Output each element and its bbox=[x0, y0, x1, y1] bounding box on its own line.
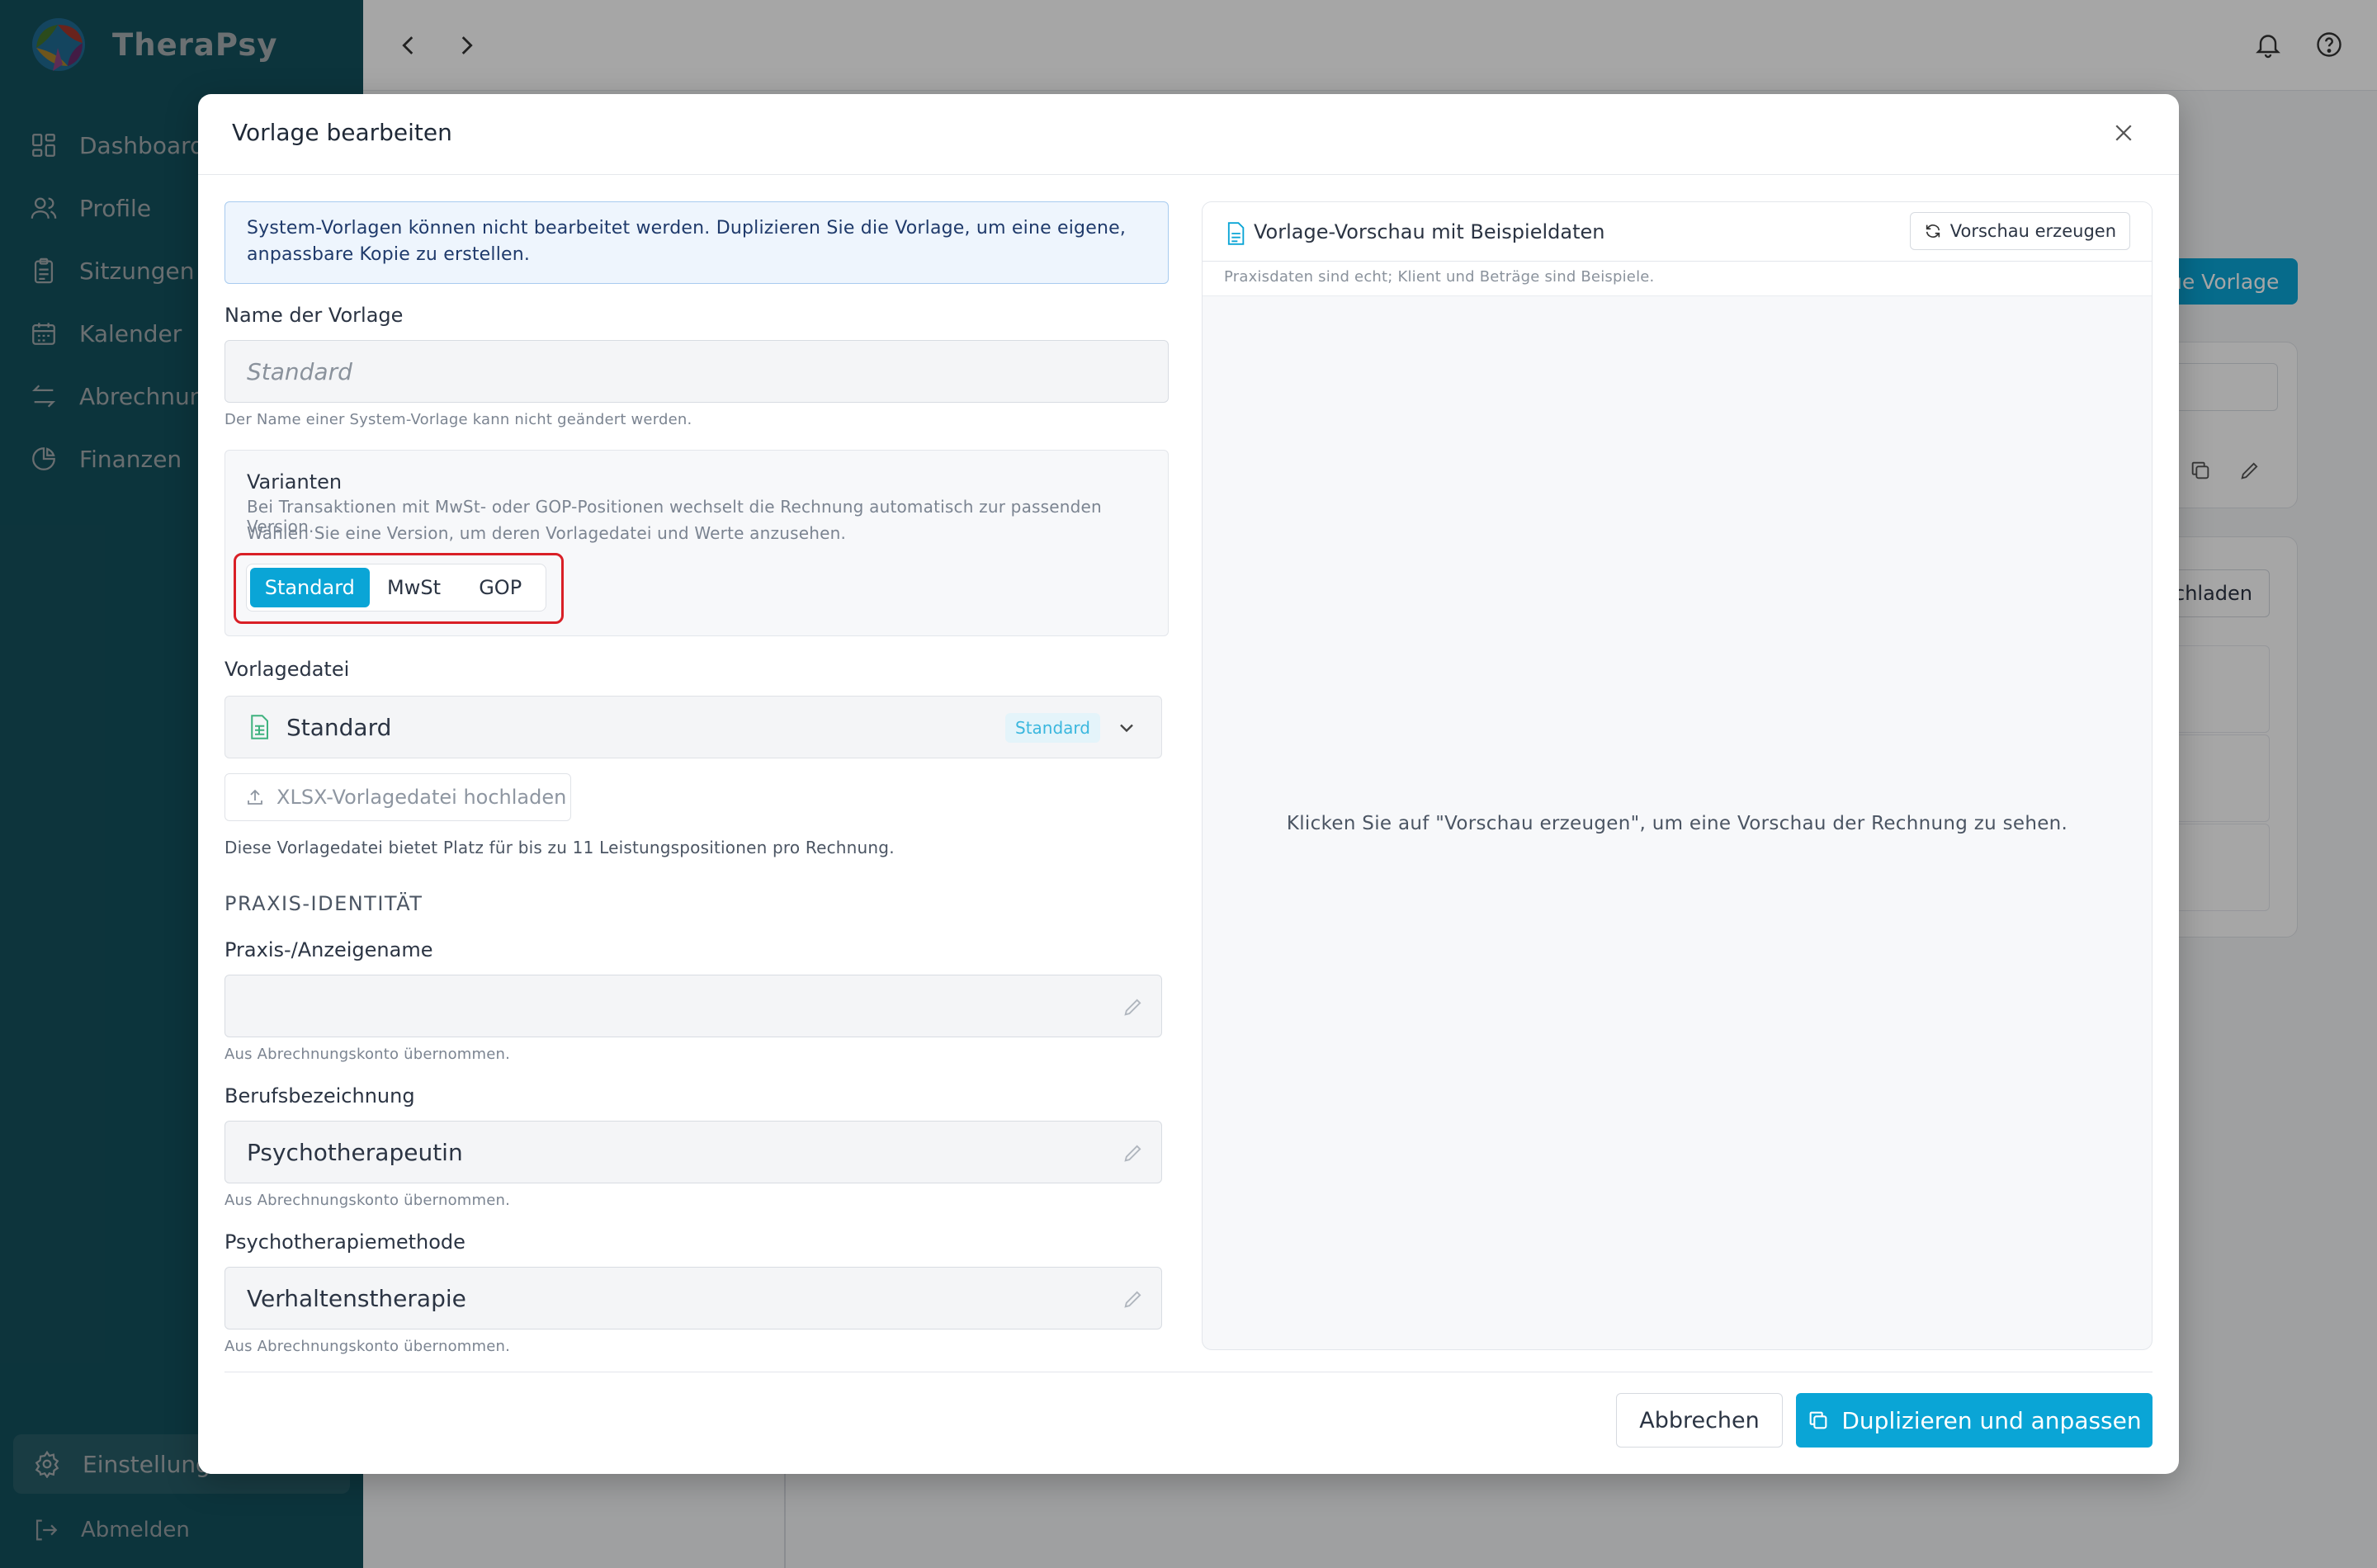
generate-preview-button[interactable]: Vorschau erzeugen bbox=[1909, 212, 2130, 250]
pencil-icon[interactable] bbox=[1122, 1287, 1145, 1311]
method-input[interactable]: Verhaltenstherapie bbox=[224, 1267, 1162, 1329]
profession-label: Berufsbezeichnung bbox=[224, 1084, 415, 1108]
preview-note: Praxisdaten sind echt; Klient und Beträg… bbox=[1224, 268, 1655, 286]
chevron-down-icon bbox=[1120, 724, 1133, 733]
variant-segmented-control: Standard MwSt GOP bbox=[246, 564, 546, 612]
copy-icon bbox=[1809, 1411, 1827, 1429]
template-form: System-Vorlagen können nicht bearbeitet … bbox=[224, 201, 1170, 1449]
variant-gop-button[interactable]: GOP bbox=[458, 568, 542, 607]
variants-panel: Varianten Bei Transaktionen mit MwSt- od… bbox=[224, 450, 1169, 636]
template-name-input[interactable]: Standard bbox=[224, 340, 1169, 403]
xlsx-upload-button[interactable]: XLSX-Vorlagedatei hochladen bbox=[224, 773, 571, 821]
document-icon bbox=[1227, 222, 1245, 245]
cancel-button[interactable]: Abbrechen bbox=[1616, 1393, 1783, 1448]
pencil-icon[interactable] bbox=[1122, 995, 1145, 1018]
preview-header: Vorlage-Vorschau mit Beispieldaten Vorsc… bbox=[1203, 202, 2152, 262]
duplicate-and-customize-label: Duplizieren und anpassen bbox=[1841, 1406, 2142, 1434]
info-alert: System-Vorlagen können nicht bearbeitet … bbox=[224, 201, 1169, 284]
variant-highlight-box: Standard MwSt GOP bbox=[234, 553, 564, 624]
duplicate-and-customize-button[interactable]: Duplizieren und anpassen bbox=[1796, 1393, 2153, 1448]
variant-standard-button[interactable]: Standard bbox=[250, 568, 370, 607]
close-icon[interactable] bbox=[2111, 120, 2136, 145]
refresh-icon bbox=[1926, 224, 1940, 238]
display-name-label: Praxis-/Anzeigename bbox=[224, 938, 433, 961]
template-file-select[interactable]: Standard Standard bbox=[224, 696, 1162, 758]
method-label: Psychotherapiemethode bbox=[224, 1230, 465, 1254]
modal-header: Vorlage bearbeiten bbox=[198, 94, 2179, 175]
preview-panel: Vorlage-Vorschau mit Beispieldaten Vorsc… bbox=[1202, 201, 2153, 1350]
edit-template-modal: Vorlage bearbeiten System-Vorlagen könne… bbox=[198, 94, 2179, 1474]
display-name-input[interactable] bbox=[224, 975, 1162, 1037]
template-file-tag: Standard bbox=[1005, 713, 1100, 743]
variants-title: Varianten bbox=[247, 470, 343, 494]
template-file-label: Vorlagedatei bbox=[224, 658, 350, 681]
name-label: Name der Vorlage bbox=[224, 304, 404, 327]
preview-title: Vorlage-Vorschau mit Beispieldaten bbox=[1254, 220, 1605, 243]
template-file-hint: Diese Vorlagedatei bietet Platz für bis … bbox=[224, 838, 895, 857]
generate-preview-label: Vorschau erzeugen bbox=[1949, 221, 2116, 241]
upload-icon bbox=[248, 789, 262, 805]
profession-input[interactable]: Psychotherapeutin bbox=[224, 1121, 1162, 1183]
template-file-value: Standard bbox=[286, 713, 392, 741]
spreadsheet-icon bbox=[251, 715, 268, 739]
practice-section-title: PRAXIS-IDENTITÄT bbox=[224, 892, 423, 915]
display-name-hint: Aus Abrechnungskonto übernommen. bbox=[224, 1046, 511, 1063]
preview-subheader: Praxisdaten sind echt; Klient und Beträg… bbox=[1203, 262, 2152, 296]
name-hint: Der Name einer System-Vorlage kann nicht… bbox=[224, 411, 692, 428]
profession-hint: Aus Abrechnungskonto übernommen. bbox=[224, 1192, 511, 1209]
preview-empty-state: Klicken Sie auf "Vorschau erzeugen", um … bbox=[1286, 813, 2068, 834]
variant-mwst-button[interactable]: MwSt bbox=[375, 568, 454, 607]
profession-value: Psychotherapeutin bbox=[247, 1138, 463, 1166]
method-value: Verhaltenstherapie bbox=[247, 1284, 466, 1312]
modal-title: Vorlage bearbeiten bbox=[232, 119, 452, 146]
method-hint: Aus Abrechnungskonto übernommen. bbox=[224, 1338, 511, 1355]
pencil-icon[interactable] bbox=[1122, 1141, 1145, 1164]
variants-description-2: Wählen Sie eine Version, um deren Vorlag… bbox=[247, 523, 847, 543]
xlsx-upload-label: XLSX-Vorlagedatei hochladen bbox=[276, 786, 567, 809]
